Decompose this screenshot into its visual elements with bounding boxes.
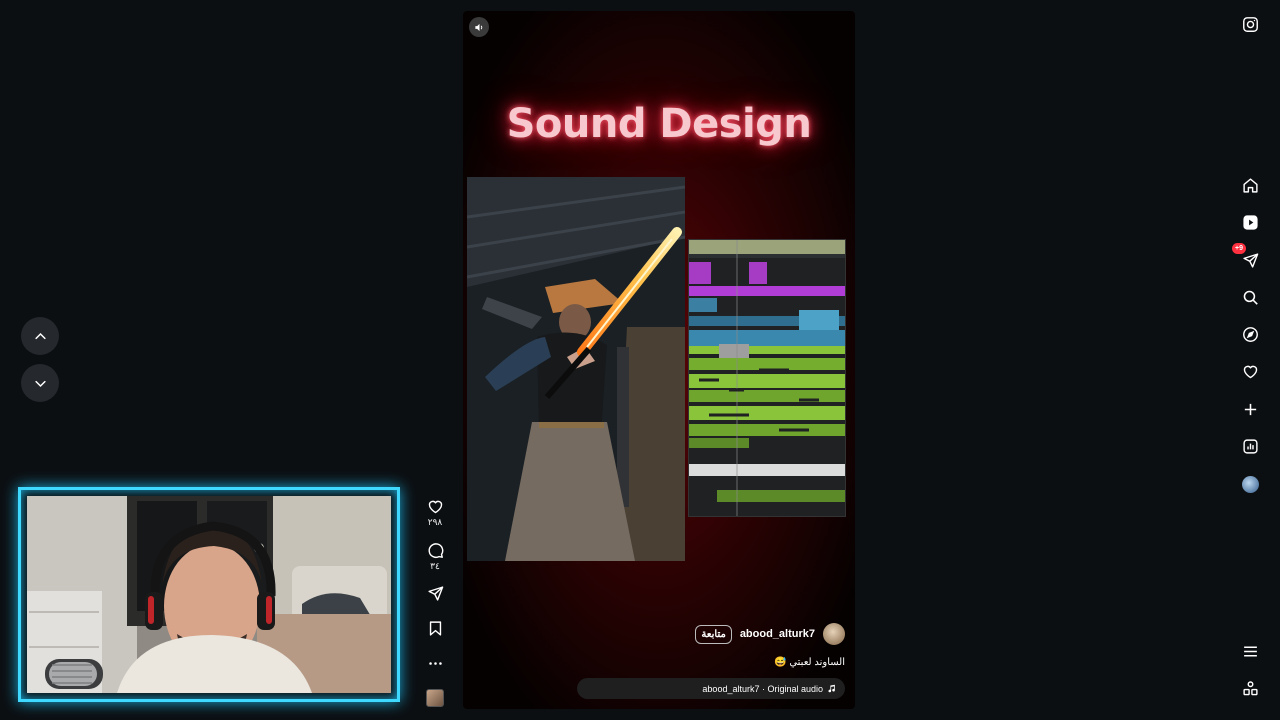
author-username[interactable]: abood_alturk7	[740, 628, 815, 640]
like-count: ٢٩٨	[427, 517, 443, 527]
speaker-icon	[474, 22, 485, 33]
music-note-icon	[827, 684, 836, 693]
follow-button[interactable]: متابعة	[695, 624, 732, 644]
reels-icon[interactable]	[1240, 212, 1260, 232]
more-horizontal-icon	[427, 655, 444, 672]
chevron-down-icon	[33, 376, 48, 391]
mute-button[interactable]	[469, 17, 489, 37]
audio-thumbnail[interactable]	[426, 689, 444, 707]
comment-icon	[427, 542, 444, 559]
audio-link[interactable]: abood_alturk7 · Original audio	[577, 678, 845, 699]
reel-caption: الساوند لعبتي 😅	[774, 657, 845, 668]
create-icon[interactable]	[1240, 399, 1260, 419]
search-icon[interactable]	[1240, 287, 1260, 307]
notification-badge: +9	[1232, 243, 1246, 254]
previous-reel-button[interactable]	[21, 317, 59, 355]
heart-icon	[427, 498, 444, 515]
explore-icon[interactable]	[1240, 324, 1260, 344]
comment-count: ٣٤	[430, 561, 440, 571]
send-icon	[427, 585, 444, 602]
reel-title-overlay: Sound Design	[506, 101, 812, 147]
dashboard-icon[interactable]	[1240, 436, 1260, 456]
heart-icon[interactable]	[1240, 361, 1260, 381]
instagram-icon[interactable]	[1240, 14, 1260, 34]
bookmark-icon	[427, 620, 444, 637]
reel-author-row: متابعة abood_alturk7	[695, 623, 845, 645]
messages-icon[interactable]: +9	[1232, 243, 1260, 270]
author-avatar[interactable]	[823, 623, 845, 645]
more-options-button[interactable]	[424, 655, 446, 672]
save-button[interactable]	[424, 620, 446, 637]
reel-photo-samurai	[467, 177, 685, 561]
webcam-feed	[27, 496, 391, 693]
audio-label: abood_alturk7 · Original audio	[702, 683, 823, 694]
more-apps-icon[interactable]	[1240, 678, 1260, 698]
next-reel-button[interactable]	[21, 364, 59, 402]
share-button[interactable]	[424, 585, 446, 602]
like-button[interactable]: ٢٩٨	[424, 498, 446, 528]
right-sidebar: +9	[1220, 0, 1280, 720]
menu-icon[interactable]	[1240, 641, 1260, 661]
chevron-up-icon	[33, 329, 48, 344]
reel-video[interactable]: Sound Design متابعة abood_alturk7 الساون…	[463, 11, 855, 709]
reel-daw-timeline	[688, 239, 846, 517]
comment-button[interactable]: ٣٤	[424, 542, 446, 572]
profile-avatar[interactable]	[1240, 474, 1260, 494]
home-icon[interactable]	[1240, 175, 1260, 195]
webcam-overlay	[18, 487, 400, 702]
